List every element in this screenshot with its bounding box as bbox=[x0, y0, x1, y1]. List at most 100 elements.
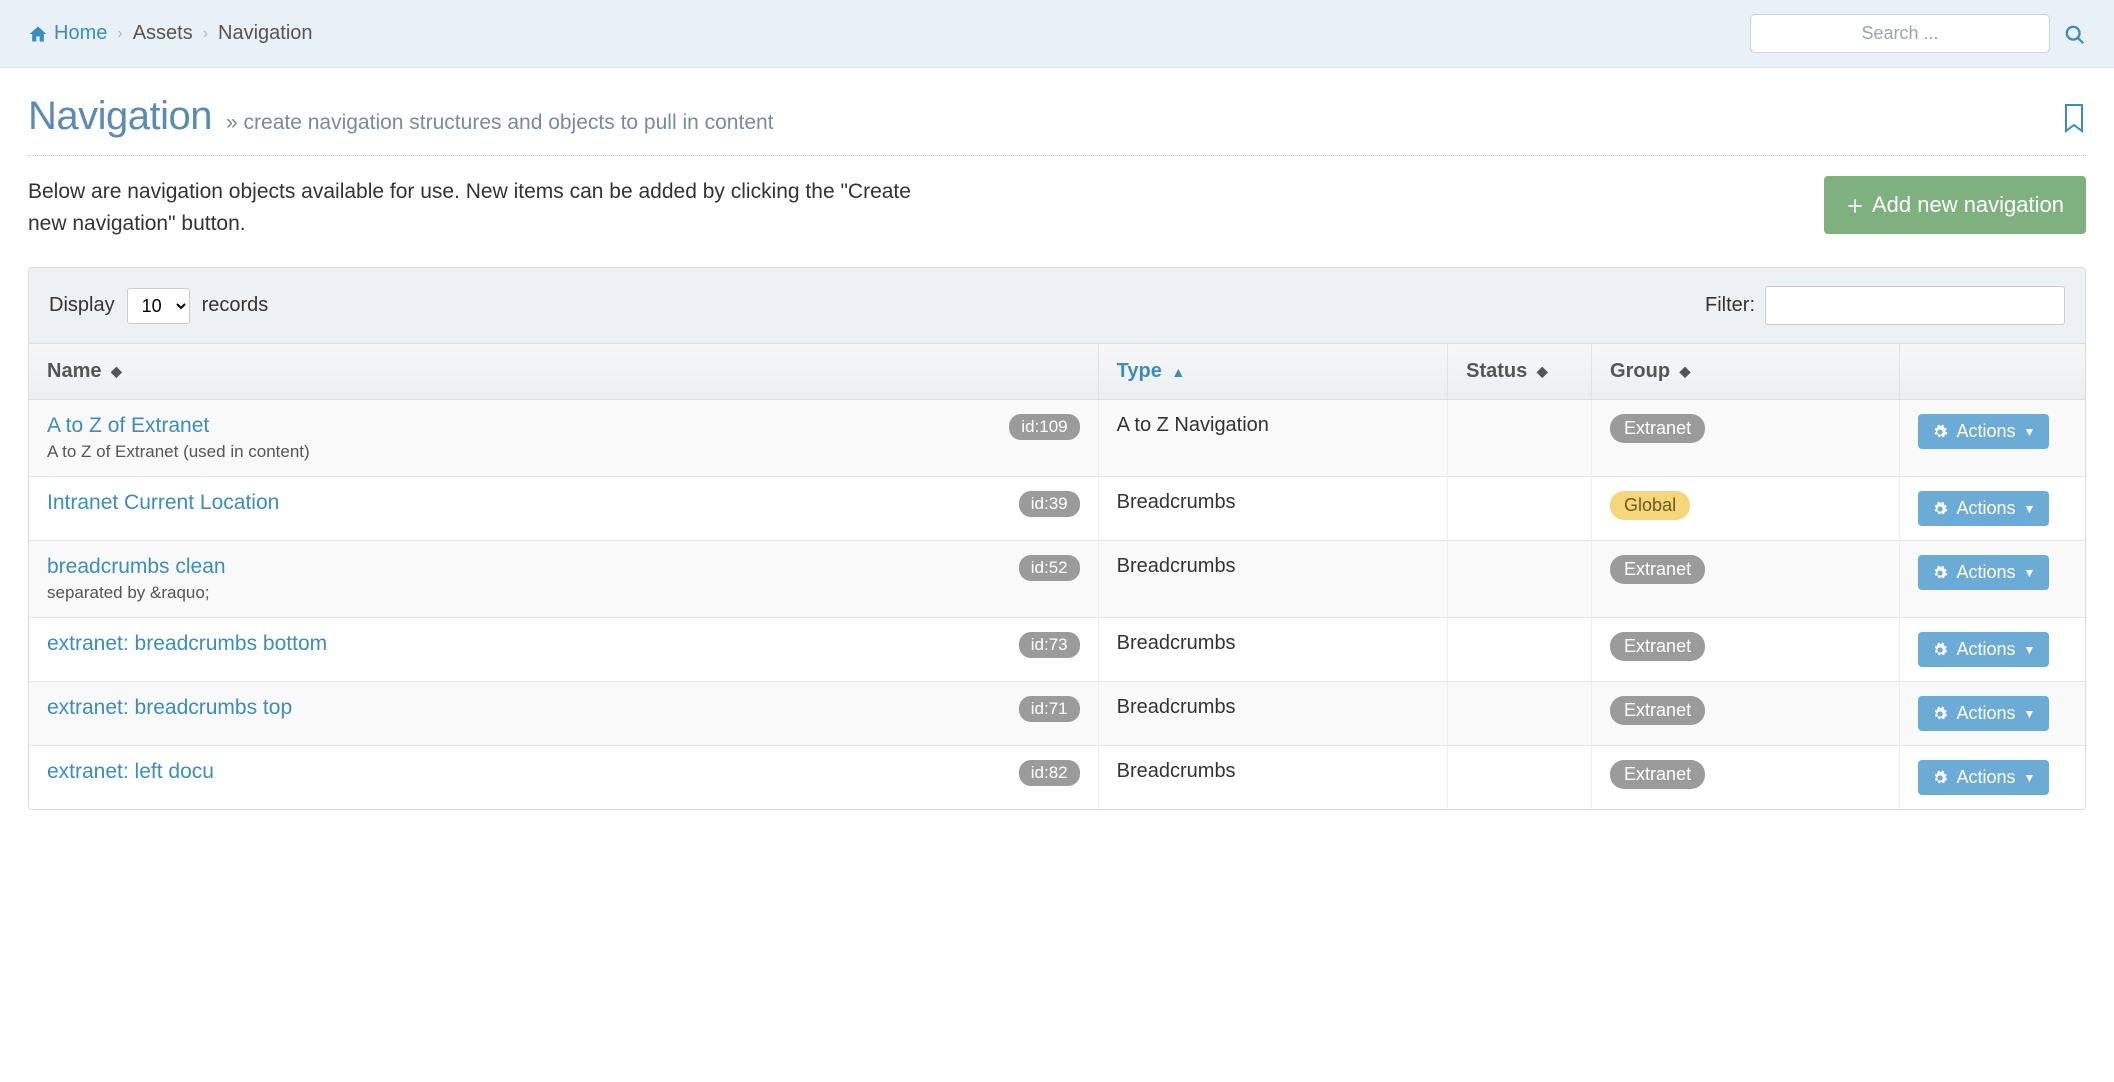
col-type[interactable]: Type ▲ bbox=[1098, 344, 1448, 400]
intro-text: Below are navigation objects available f… bbox=[28, 176, 928, 239]
add-new-navigation-button[interactable]: Add new navigation bbox=[1824, 176, 2086, 234]
records-label: records bbox=[202, 294, 269, 317]
add-button-label: Add new navigation bbox=[1872, 192, 2064, 218]
table-row: extranet: breadcrumbs bottom id:73 Breadcr… bbox=[29, 618, 2085, 682]
display-wrap: Display 10 records bbox=[49, 288, 268, 324]
row-type: Breadcrumbs bbox=[1098, 477, 1448, 541]
row-status bbox=[1448, 477, 1592, 541]
sort-icon: ◆ bbox=[1680, 363, 1691, 380]
chevron-right-icon: › bbox=[117, 25, 122, 43]
table-row: Intranet Current Location id:39 Breadcrumb… bbox=[29, 477, 2085, 541]
page-header: Navigation » create navigation structure… bbox=[0, 68, 2114, 149]
row-desc: A to Z of Extranet (used in content) bbox=[47, 442, 310, 462]
actions-label: Actions bbox=[1956, 498, 2015, 519]
display-select[interactable]: 10 bbox=[127, 288, 190, 324]
group-badge: Extranet bbox=[1610, 632, 1705, 661]
bookmark-icon[interactable] bbox=[2062, 100, 2086, 133]
table-controls: Display 10 records Filter: bbox=[29, 268, 2085, 344]
actions-button[interactable]: Actions ▼ bbox=[1918, 491, 2049, 526]
search-wrap bbox=[1750, 14, 2086, 53]
gear-icon bbox=[1932, 767, 1948, 788]
id-badge: id:73 bbox=[1019, 632, 1080, 658]
gear-icon bbox=[1932, 498, 1948, 519]
actions-button[interactable]: Actions ▼ bbox=[1918, 760, 2049, 795]
search-icon[interactable] bbox=[2064, 21, 2086, 47]
row-type: A to Z Navigation bbox=[1098, 400, 1448, 477]
actions-label: Actions bbox=[1956, 703, 2015, 724]
row-type: Breadcrumbs bbox=[1098, 618, 1448, 682]
row-name-link[interactable]: breadcrumbs clean bbox=[47, 555, 226, 579]
actions-label: Actions bbox=[1956, 562, 2015, 583]
gear-icon bbox=[1932, 703, 1948, 724]
breadcrumb-home-label: Home bbox=[54, 22, 107, 45]
display-label: Display bbox=[49, 294, 115, 317]
filter-wrap: Filter: bbox=[1705, 286, 2065, 325]
group-badge: Extranet bbox=[1610, 760, 1705, 789]
caret-down-icon: ▼ bbox=[2023, 643, 2035, 657]
actions-button[interactable]: Actions ▼ bbox=[1918, 696, 2049, 731]
group-badge: Extranet bbox=[1610, 414, 1705, 443]
gear-icon bbox=[1932, 421, 1948, 442]
caret-down-icon: ▼ bbox=[2023, 707, 2035, 721]
group-badge: Extranet bbox=[1610, 696, 1705, 725]
id-badge: id:71 bbox=[1019, 696, 1080, 722]
actions-button[interactable]: Actions ▼ bbox=[1918, 414, 2049, 449]
row-type: Breadcrumbs bbox=[1098, 541, 1448, 618]
row-status bbox=[1448, 400, 1592, 477]
table-row: A to Z of Extranet A to Z of Extranet (us… bbox=[29, 400, 2085, 477]
actions-button[interactable]: Actions ▼ bbox=[1918, 555, 2049, 590]
page-subtitle: » create navigation structures and objec… bbox=[226, 111, 774, 135]
id-badge: id:109 bbox=[1009, 414, 1079, 440]
group-badge: Extranet bbox=[1610, 555, 1705, 584]
chevron-right-icon: › bbox=[203, 25, 208, 43]
id-badge: id:39 bbox=[1019, 491, 1080, 517]
row-name-link[interactable]: A to Z of Extranet bbox=[47, 414, 310, 438]
col-group[interactable]: Group ◆ bbox=[1592, 344, 1900, 400]
table-panel: Display 10 records Filter: Name ◆ Type ▲… bbox=[28, 267, 2086, 810]
row-name-link[interactable]: Intranet Current Location bbox=[47, 491, 279, 515]
breadcrumb-bar: Home › Assets › Navigation bbox=[0, 0, 2114, 68]
breadcrumb: Home › Assets › Navigation bbox=[28, 22, 313, 45]
row-status bbox=[1448, 746, 1592, 810]
divider bbox=[28, 155, 2086, 156]
col-actions bbox=[1900, 344, 2085, 400]
breadcrumb-assets[interactable]: Assets bbox=[133, 22, 193, 45]
gear-icon bbox=[1932, 562, 1948, 583]
caret-down-icon: ▼ bbox=[2023, 771, 2035, 785]
sort-icon: ◆ bbox=[1537, 363, 1548, 380]
sort-icon: ◆ bbox=[111, 363, 122, 380]
row-type: Breadcrumbs bbox=[1098, 746, 1448, 810]
row-status bbox=[1448, 541, 1592, 618]
filter-input[interactable] bbox=[1765, 286, 2065, 325]
col-status[interactable]: Status ◆ bbox=[1448, 344, 1592, 400]
row-type: Breadcrumbs bbox=[1098, 682, 1448, 746]
plus-icon bbox=[1846, 192, 1864, 218]
caret-down-icon: ▼ bbox=[2023, 502, 2035, 516]
actions-button[interactable]: Actions▼ bbox=[1918, 632, 2049, 667]
row-name-link[interactable]: extranet: breadcrumbs top bbox=[47, 696, 292, 720]
caret-down-icon: ▼ bbox=[2023, 566, 2035, 580]
gear-icon bbox=[1932, 639, 1948, 660]
id-badge: id:82 bbox=[1019, 760, 1080, 786]
search-input[interactable] bbox=[1750, 14, 2050, 53]
row-name-link[interactable]: extranet: breadcrumbs bottom bbox=[47, 632, 327, 656]
actions-label: Actions bbox=[1956, 767, 2015, 788]
data-table: Name ◆ Type ▲ Status ◆ Group ◆ A to Z of… bbox=[29, 344, 2085, 809]
breadcrumb-home-link[interactable]: Home bbox=[28, 22, 107, 45]
filter-label: Filter: bbox=[1705, 294, 1755, 317]
row-desc: separated by &raquo; bbox=[47, 583, 226, 603]
caret-down-icon: ▼ bbox=[2023, 425, 2035, 439]
table-row: extranet: breadcrumbs top id:71 Breadcrumb… bbox=[29, 682, 2085, 746]
home-icon bbox=[28, 22, 48, 45]
row-name-link[interactable]: extranet: left docu bbox=[47, 760, 214, 784]
actions-label: Actions bbox=[1956, 421, 2015, 442]
row-status bbox=[1448, 618, 1592, 682]
col-name[interactable]: Name ◆ bbox=[29, 344, 1098, 400]
table-row: extranet: left docu id:82 Breadcrumbs Extra… bbox=[29, 746, 2085, 810]
page-title: Navigation bbox=[28, 94, 212, 139]
breadcrumb-current: Navigation bbox=[218, 22, 313, 45]
id-badge: id:52 bbox=[1019, 555, 1080, 581]
sort-asc-icon: ▲ bbox=[1171, 364, 1185, 380]
table-row: breadcrumbs clean separated by &raquo; id:… bbox=[29, 541, 2085, 618]
page-title-wrap: Navigation » create navigation structure… bbox=[28, 94, 774, 139]
